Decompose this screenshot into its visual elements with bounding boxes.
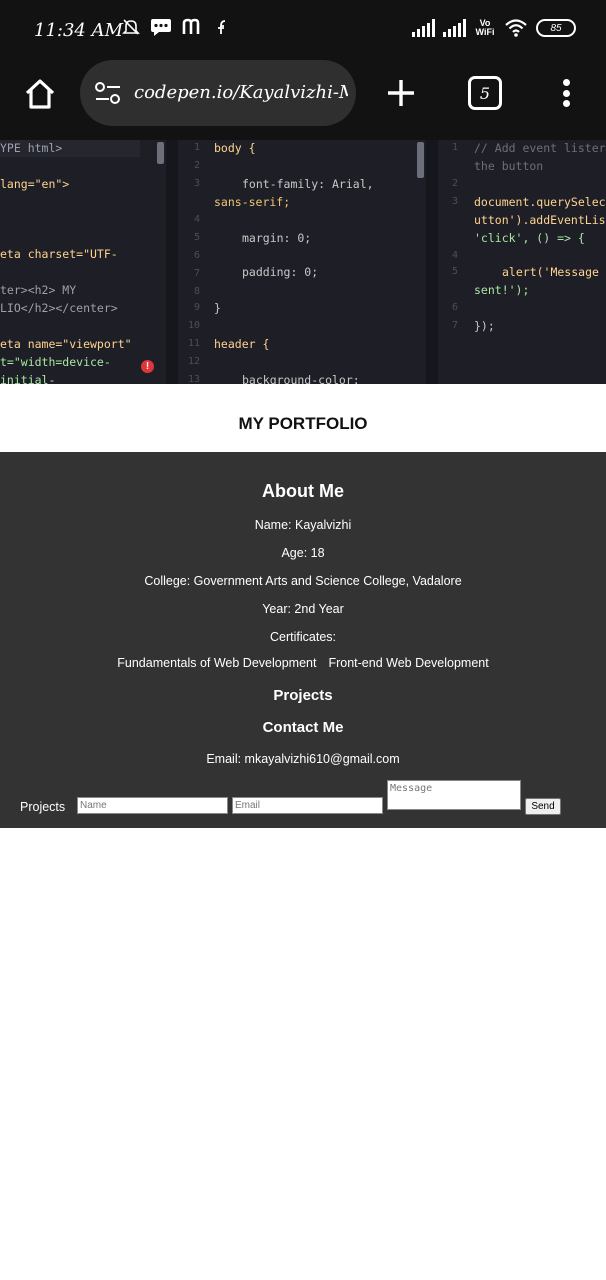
preview-body: About Me Name: Kayalvizhi Age: 18 Colleg… xyxy=(0,452,606,828)
code-line: }); xyxy=(474,319,495,333)
email-text: Email: mkayalvizhi610@gmail.com xyxy=(206,752,400,766)
wifi-icon xyxy=(505,19,527,37)
projects-heading: Projects xyxy=(273,687,333,704)
code-line: t="width=device- xyxy=(0,355,111,369)
code-line: ter><h2> MY xyxy=(0,283,77,297)
site-settings-icon[interactable] xyxy=(94,81,122,105)
line-number: 4 xyxy=(193,214,200,225)
tabs-icon[interactable]: 5 xyxy=(468,76,502,110)
code-line: sent!'); xyxy=(474,283,530,297)
line-number: 2 xyxy=(193,160,200,171)
line-number: 3 xyxy=(193,178,200,189)
address-bar[interactable]: codepen.io/Kayalvizhi-M/ xyxy=(80,60,356,126)
contact-heading: Contact Me xyxy=(262,719,344,736)
code-line: font-family: Arial, xyxy=(242,177,374,191)
code-line: the button xyxy=(474,159,544,173)
line-number: 3 xyxy=(451,196,458,207)
pane-divider[interactable] xyxy=(166,140,178,384)
about-heading: About Me xyxy=(262,481,344,501)
facebook-icon xyxy=(218,20,226,34)
certificate-item: Front-end Web Development xyxy=(328,656,489,670)
browser-toolbar: codepen.io/Kayalvizhi-M/ 5 xyxy=(0,60,606,140)
code-line: lang="en"> xyxy=(0,177,70,191)
battery-icon: 85 xyxy=(536,19,576,37)
code-line: document.querySelec xyxy=(474,195,606,209)
code-line: initial- xyxy=(0,373,56,384)
preview-header: MY PORTFOLIO xyxy=(0,396,606,452)
message-icon xyxy=(151,19,171,36)
signal-icon xyxy=(443,19,466,37)
line-number: 7 xyxy=(451,320,458,331)
form-label: Projects xyxy=(20,800,66,814)
line-number: 10 xyxy=(187,320,200,331)
url-text[interactable]: codepen.io/Kayalvizhi-M/ xyxy=(134,82,348,103)
line-number: 2 xyxy=(451,178,458,189)
code-line: alert('Message xyxy=(502,265,599,279)
code-line: 'click', () => { xyxy=(474,231,585,245)
line-number: 9 xyxy=(193,302,200,313)
year-text: Year: 2nd Year xyxy=(262,602,344,616)
preview-frame: MY PORTFOLIO About Me Name: Kayalvizhi A… xyxy=(0,396,606,828)
code-editor: YPE html> lang="en"> eta charset="UTF- t… xyxy=(0,140,606,384)
line-number: 5 xyxy=(193,232,200,243)
line-number: 1 xyxy=(193,142,200,153)
name-field[interactable]: Name xyxy=(77,797,228,814)
code-line: utton').addEventLis xyxy=(474,213,606,227)
code-line: background-color: xyxy=(242,373,360,384)
name-text: Name: Kayalvizhi xyxy=(254,518,352,532)
js-editor-pane[interactable]: 1 2 3 4 5 6 7 // Add event lister the bu… xyxy=(438,140,606,384)
notification-icons xyxy=(122,18,226,36)
code-line: body { xyxy=(214,141,256,155)
line-number: 6 xyxy=(193,250,200,261)
college-text: College: Government Arts and Science Col… xyxy=(144,574,462,588)
system-icons: Vo WiFi 85 xyxy=(412,18,576,38)
line-number: 7 xyxy=(193,268,200,279)
scrollbar-thumb[interactable] xyxy=(417,142,424,178)
code-line: padding: 0; xyxy=(242,265,319,279)
line-number: 13 xyxy=(187,374,200,384)
code-line: margin: 0; xyxy=(242,231,312,245)
vowifi-icon: Vo WiFi xyxy=(475,18,495,37)
pane-divider[interactable] xyxy=(426,140,438,384)
code-line: YPE html> xyxy=(0,141,63,155)
code-line: eta name="viewport" xyxy=(0,337,132,351)
certificates-label: Certificates: xyxy=(270,630,336,644)
line-number: 6 xyxy=(451,302,458,313)
code-line: header { xyxy=(214,337,270,351)
line-number: 5 xyxy=(451,266,458,277)
phone-screen: 11:34 AM Vo WiFi 85 codepen.io/Kayalvizh… xyxy=(0,0,606,1280)
line-number: 1 xyxy=(451,142,458,153)
scrollbar-thumb[interactable] xyxy=(157,142,164,164)
message-field[interactable]: Message xyxy=(387,780,521,810)
status-time: 11:34 AM xyxy=(34,20,124,41)
certificate-item: Fundamentals of Web Development xyxy=(117,656,317,670)
html-editor-pane[interactable]: YPE html> lang="en"> eta charset="UTF- t… xyxy=(0,140,166,384)
css-editor-pane[interactable]: 1 2 3 4 5 6 7 8 9 10 11 12 13 body { fon… xyxy=(178,140,426,384)
email-field[interactable]: Email xyxy=(232,797,383,814)
line-number: 4 xyxy=(451,250,458,261)
mute-icon xyxy=(122,19,140,35)
signal-icon xyxy=(412,19,435,37)
age-text: Age: 18 xyxy=(281,546,325,560)
line-number: 8 xyxy=(193,286,200,297)
m-app-icon xyxy=(182,18,200,34)
line-number: 12 xyxy=(187,356,200,367)
line-number: 11 xyxy=(187,338,200,349)
page-title: MY PORTFOLIO xyxy=(238,414,368,433)
home-icon[interactable] xyxy=(22,76,58,112)
certificates-list: Fundamentals of Web Development Front-en… xyxy=(0,656,606,670)
plus-icon[interactable] xyxy=(384,76,418,110)
error-icon[interactable]: ! xyxy=(141,360,154,373)
code-line: sans-serif; xyxy=(214,195,291,209)
code-line: } xyxy=(214,301,221,315)
status-bar: 11:34 AM Vo WiFi 85 xyxy=(0,0,606,60)
code-line: // Add event lister xyxy=(474,141,606,155)
send-button[interactable]: Send xyxy=(525,798,561,815)
code-line: LIO</h2></center> xyxy=(0,301,118,315)
code-line: eta charset="UTF- xyxy=(0,247,118,261)
more-vert-icon[interactable] xyxy=(556,76,576,110)
